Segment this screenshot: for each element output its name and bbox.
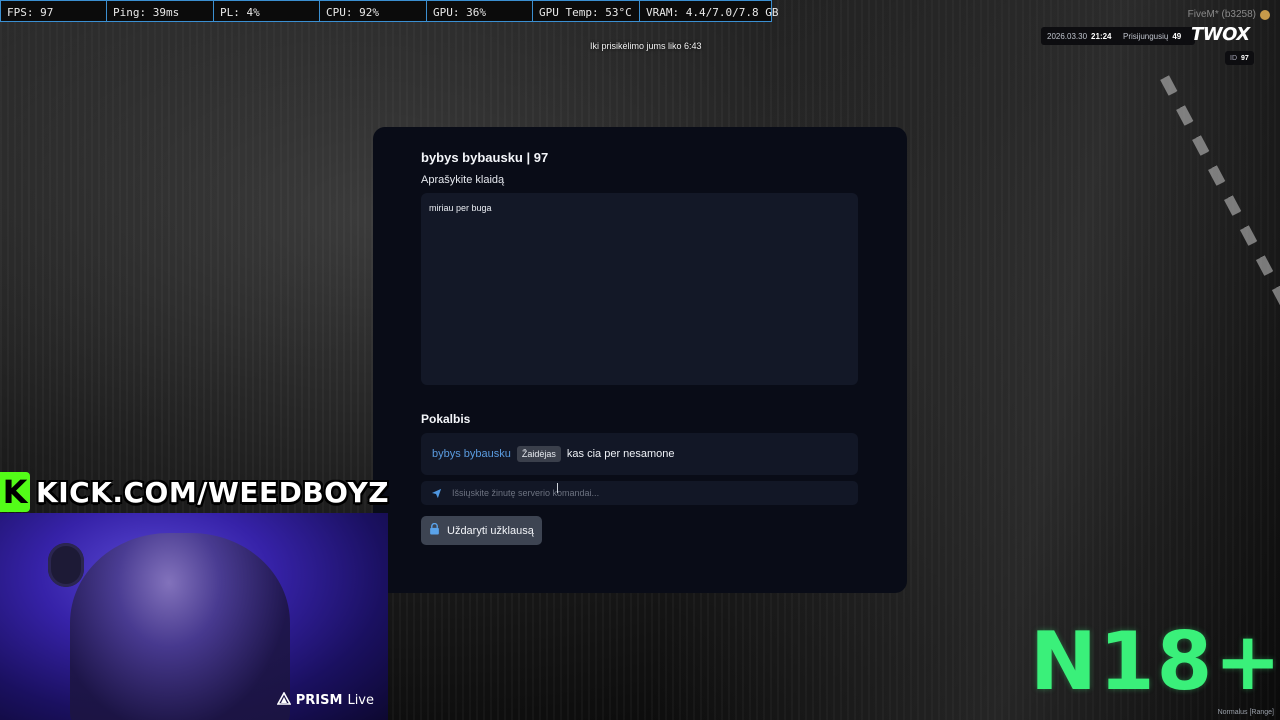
hud-time: 21:24 [1091,31,1112,41]
prism-live-watermark: PRISM Live [276,691,374,709]
cpu-stat: CPU: 92% [320,1,427,21]
server-logo: TWOX [1191,24,1250,45]
fivem-status-icon [1260,9,1270,20]
chat-message-input[interactable] [452,488,832,498]
lock-icon [429,522,440,538]
hud-date: 2026.03.30 [1047,31,1088,41]
chat-section-title: Pokalbis [421,412,471,426]
fps-stat: FPS: 97 [1,1,107,21]
voice-range-label: Normalus [Range] [1217,709,1274,716]
microphone-image [48,543,84,587]
chat-input-row [421,481,858,505]
performance-bar: FPS: 97 Ping: 39ms PL: 4% CPU: 92% GPU: … [0,0,779,22]
fivem-build-text: FiveM* (b3258) [1187,9,1256,20]
vram-stat: VRAM: 4.4/7.0/7.8 GB [646,6,779,19]
player-id-chip: ID 97 [1225,51,1254,65]
kick-channel-text: KICK.COM/WEEDBOYZ [36,475,390,509]
webcam-feed: PRISM Live [0,513,388,720]
prism-suffix: Live [347,693,374,708]
kick-banner: K KICK.COM/WEEDBOYZ [0,470,389,514]
message-role-badge: Žaidėjas [516,446,561,462]
respawn-timer: Iki prisikėlimo jums liko 6:43 [590,41,702,51]
gpu-stat: GPU: 36% [427,1,533,21]
online-label: Prisijungusių [1123,31,1169,41]
date-time-chip: 2026.03.30 21:24 [1041,27,1125,45]
close-request-button[interactable]: Uždaryti užklausą [421,516,542,545]
player-id-value: 97 [1241,54,1249,62]
player-id-label: ID [1230,54,1237,62]
age-rating-badge: N18+ [1030,615,1280,708]
packet-loss-stat: PL: 4% [214,1,320,21]
mouse-cursor [557,483,558,493]
close-request-label: Uždaryti užklausą [447,524,534,537]
streamer-image [70,533,290,720]
gpu-temp-stat: GPU Temp: 53°C [533,1,640,21]
chat-message: bybys bybausku Žaidėjas kas cia per nesa… [421,433,858,475]
ping-stat: Ping: 39ms [107,1,214,21]
description-label: Aprašykite klaidą [421,174,505,186]
modal-title: bybys bybausku | 97 [421,150,549,165]
kick-logo-icon: K [0,472,30,512]
fivem-build-label: FiveM* (b3258) [1188,9,1270,20]
message-text: kas cia per nesamone [566,448,675,460]
prism-brand: PRISM [295,693,343,708]
message-author: bybys bybausku [432,448,511,460]
triangle-icon [276,691,292,709]
bug-report-modal: bybys bybausku | 97 Aprašykite klaidą mi… [373,127,907,593]
online-players-chip: Prisijungusių 49 [1117,27,1195,45]
description-field[interactable]: miriau per buga [421,193,858,385]
online-count: 49 [1172,31,1182,41]
paper-plane-icon[interactable] [431,488,442,499]
